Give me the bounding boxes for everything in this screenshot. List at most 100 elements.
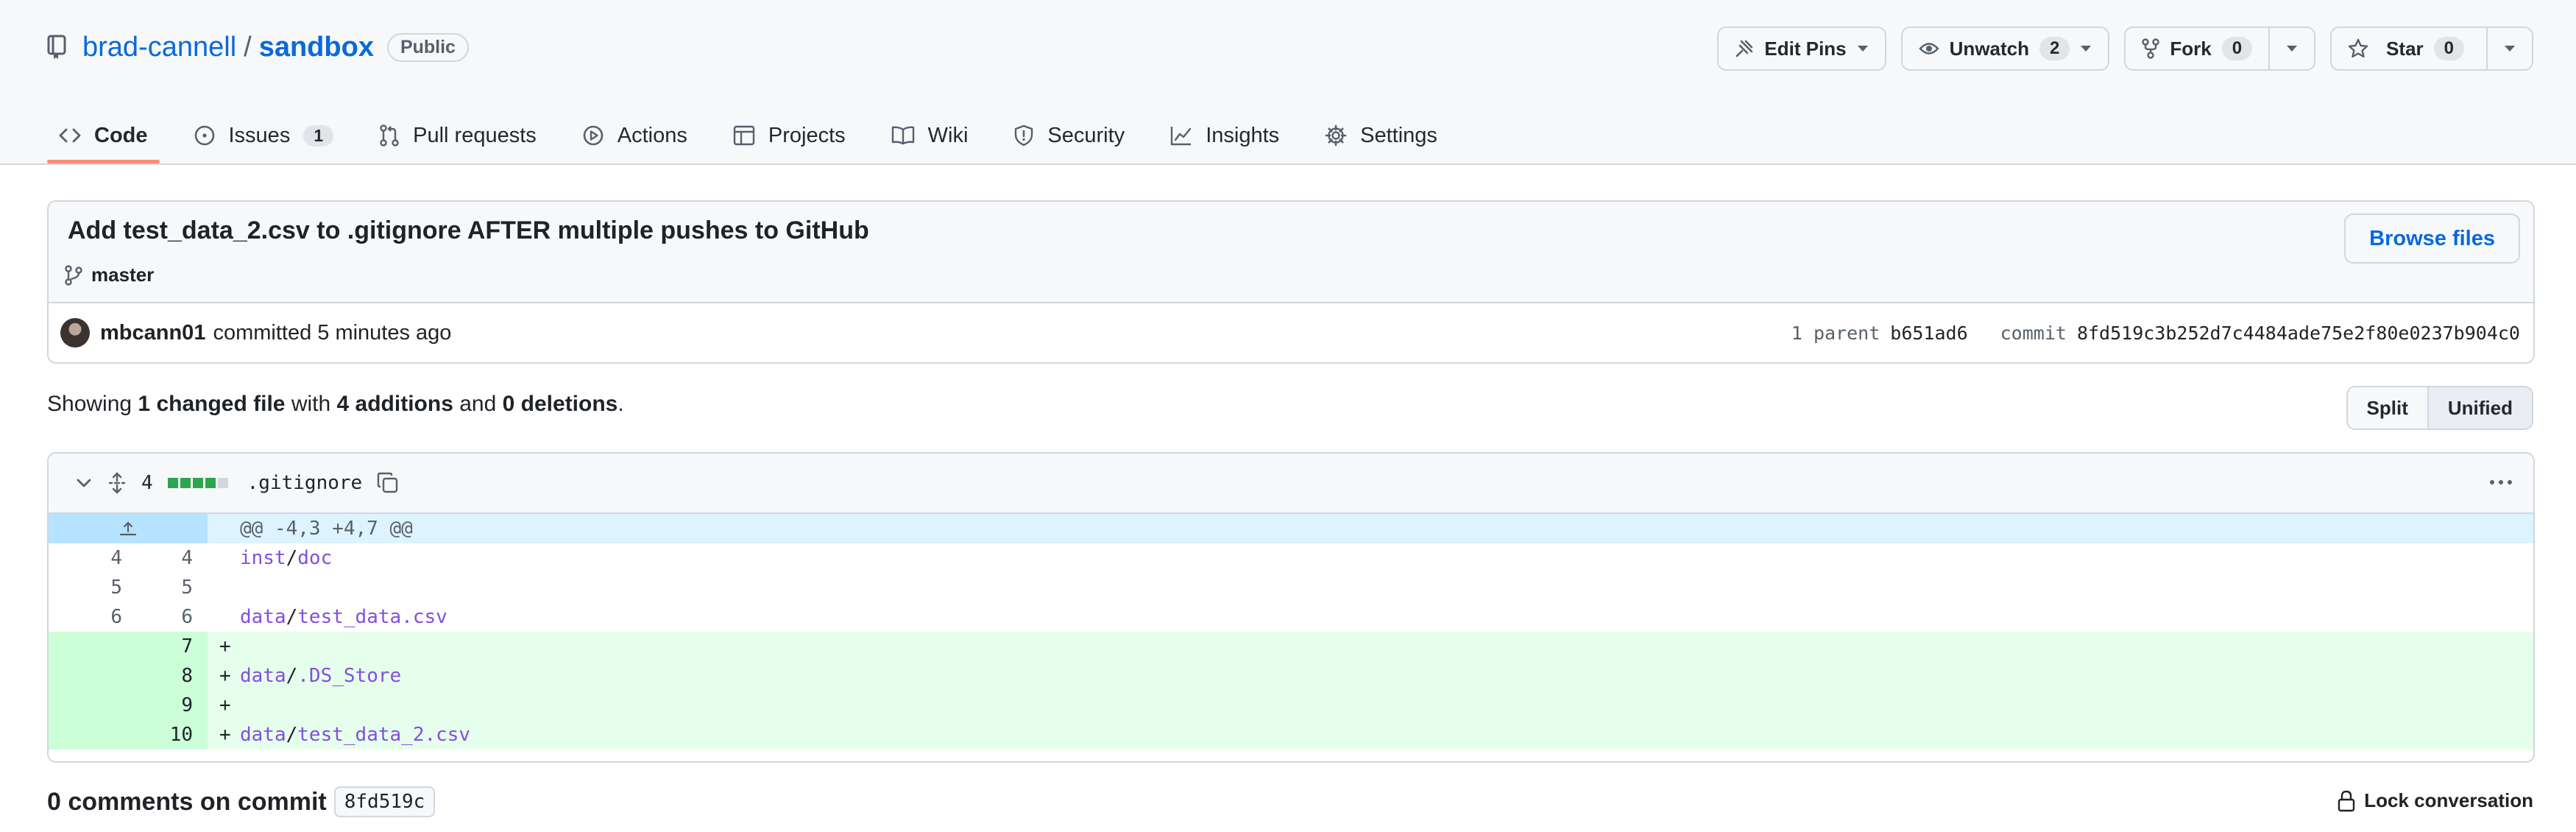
star-icon (2348, 38, 2368, 59)
path-segment: .DS_Store (297, 665, 402, 687)
lock-conversation-label: Lock conversation (2364, 789, 2533, 811)
tab-pull-requests[interactable]: Pull requests (367, 107, 548, 163)
edit-pins-button[interactable]: Edit Pins (1717, 27, 1886, 71)
commit-meta: mbcann01 committed 5 minutes ago 1 paren… (49, 303, 2533, 362)
file-header: 4 .gitignore (49, 454, 2533, 514)
tab-actions[interactable]: Actions (570, 107, 699, 163)
path-separator: / (286, 665, 298, 687)
code-line: data/test_data.csv (240, 602, 2533, 632)
file-name[interactable]: .gitignore (247, 472, 363, 494)
old-line-number[interactable] (49, 720, 149, 750)
diff-line: 4 4 inst/doc (49, 543, 2533, 573)
additions-count: 4 additions (336, 392, 453, 416)
fork-count: 0 (2221, 37, 2253, 60)
path-segment: data (240, 665, 286, 687)
tab-wiki[interactable]: Wiki (880, 107, 980, 163)
tab-security[interactable]: Security (1002, 107, 1136, 163)
commit-label: commit (2000, 322, 2067, 344)
diff-sign (208, 602, 240, 632)
tab-issues[interactable]: Issues 1 (182, 107, 346, 163)
pin-icon (1735, 39, 1754, 58)
new-line-number[interactable]: 10 (149, 720, 208, 750)
code-line: data/test_data_2.csv (240, 720, 2533, 750)
tab-settings[interactable]: Settings (1313, 107, 1449, 163)
fork-dropdown-button[interactable] (2268, 28, 2314, 69)
star-dropdown-button[interactable] (2486, 28, 2532, 69)
old-line-number[interactable]: 6 (49, 602, 149, 632)
commit-sha-chip: 8fd519c (333, 786, 436, 817)
tab-insights[interactable]: Insights (1158, 107, 1291, 163)
tab-label: Projects (768, 123, 846, 147)
path-segment: inst (240, 547, 286, 569)
edit-pins-label: Edit Pins (1764, 37, 1847, 60)
book-icon (891, 126, 915, 145)
path-segment: test_data_2.csv (297, 724, 471, 746)
new-line-number[interactable]: 8 (149, 661, 208, 691)
lock-icon (2338, 790, 2355, 812)
issues-count: 1 (303, 124, 334, 147)
gear-icon (1325, 124, 1347, 147)
hunk-header: @@ -4,3 +4,7 @@ (240, 514, 2533, 543)
branch-indicator: master (65, 264, 154, 286)
repo-icon (47, 35, 66, 60)
new-line-number[interactable]: 5 (149, 573, 208, 602)
star-button[interactable]: Star 0 (2332, 28, 2486, 69)
split-view-button[interactable]: Split (2347, 387, 2427, 429)
tab-projects[interactable]: Projects (721, 107, 857, 163)
caret-down-icon (2504, 45, 2516, 52)
path-segment: data (240, 606, 286, 628)
old-line-number[interactable] (49, 691, 149, 720)
star-button-group: Star 0 (2330, 27, 2533, 71)
pull-request-icon (379, 124, 400, 147)
hunk-header-row: @@ -4,3 +4,7 @@ (49, 514, 2533, 543)
deletions-count: 0 deletions (502, 392, 618, 416)
tab-code[interactable]: Code (47, 107, 160, 163)
repo-owner-link[interactable]: brad-cannell (82, 32, 236, 63)
old-line-number[interactable] (49, 632, 149, 661)
fork-button[interactable]: Fork 0 (2126, 28, 2268, 69)
comments-count-label: 0 comments on commit (47, 787, 327, 816)
old-line-number[interactable] (49, 661, 149, 691)
file-change-count: 4 (141, 472, 153, 494)
parent-sha-link[interactable]: b651ad6 (1890, 322, 1967, 344)
new-line-number[interactable]: 9 (149, 691, 208, 720)
tab-label: Code (94, 123, 148, 147)
unwatch-button[interactable]: Unwatch 2 (1900, 27, 2110, 71)
tab-label: Security (1047, 123, 1125, 147)
new-line-number[interactable]: 7 (149, 632, 208, 661)
old-line-number[interactable]: 5 (49, 573, 149, 602)
copy-icon[interactable] (377, 472, 399, 494)
browse-files-button[interactable]: Browse files (2344, 214, 2520, 264)
fork-icon (2142, 38, 2160, 59)
new-line-number[interactable]: 4 (149, 543, 208, 573)
diff-line-added: 10 + data/test_data_2.csv (49, 720, 2533, 750)
commit-author[interactable]: mbcann01 (100, 321, 205, 345)
expand-all-icon[interactable] (107, 472, 127, 494)
diff-summary: Showing 1 changed file with 4 additions … (47, 392, 624, 417)
expand-up-icon[interactable] (49, 514, 208, 543)
branch-name[interactable]: master (91, 264, 154, 286)
summary-text: with (291, 392, 331, 416)
diff-sign: + (208, 661, 240, 691)
commit-time: committed 5 minutes ago (213, 320, 452, 345)
chevron-down-icon[interactable] (75, 474, 93, 492)
kebab-menu-icon[interactable] (2488, 471, 2514, 493)
fork-button-group: Fork 0 (2124, 27, 2316, 71)
summary-text: Showing (47, 392, 132, 416)
diff-line-added: 8 + data/.DS_Store (49, 661, 2533, 691)
caret-down-icon (2286, 45, 2298, 52)
repo-name-link[interactable]: sandbox (259, 32, 374, 63)
lock-conversation-button[interactable]: Lock conversation (2338, 789, 2533, 812)
new-line-number[interactable]: 6 (149, 602, 208, 632)
diff-sign (208, 543, 240, 573)
table-icon (733, 125, 755, 146)
tab-label: Settings (1360, 123, 1437, 147)
old-line-number[interactable]: 4 (49, 543, 149, 573)
changed-files-count[interactable]: 1 changed file (138, 392, 285, 416)
unified-view-button[interactable]: Unified (2427, 387, 2532, 429)
code-line: inst/doc (240, 543, 2533, 573)
caret-down-icon (2080, 45, 2092, 52)
avatar[interactable] (60, 318, 90, 348)
tab-label: Wiki (927, 123, 969, 147)
file-diff: 4 .gitignore @@ -4,3 +4,7 @@ 4 4 inst/do… (47, 452, 2535, 763)
